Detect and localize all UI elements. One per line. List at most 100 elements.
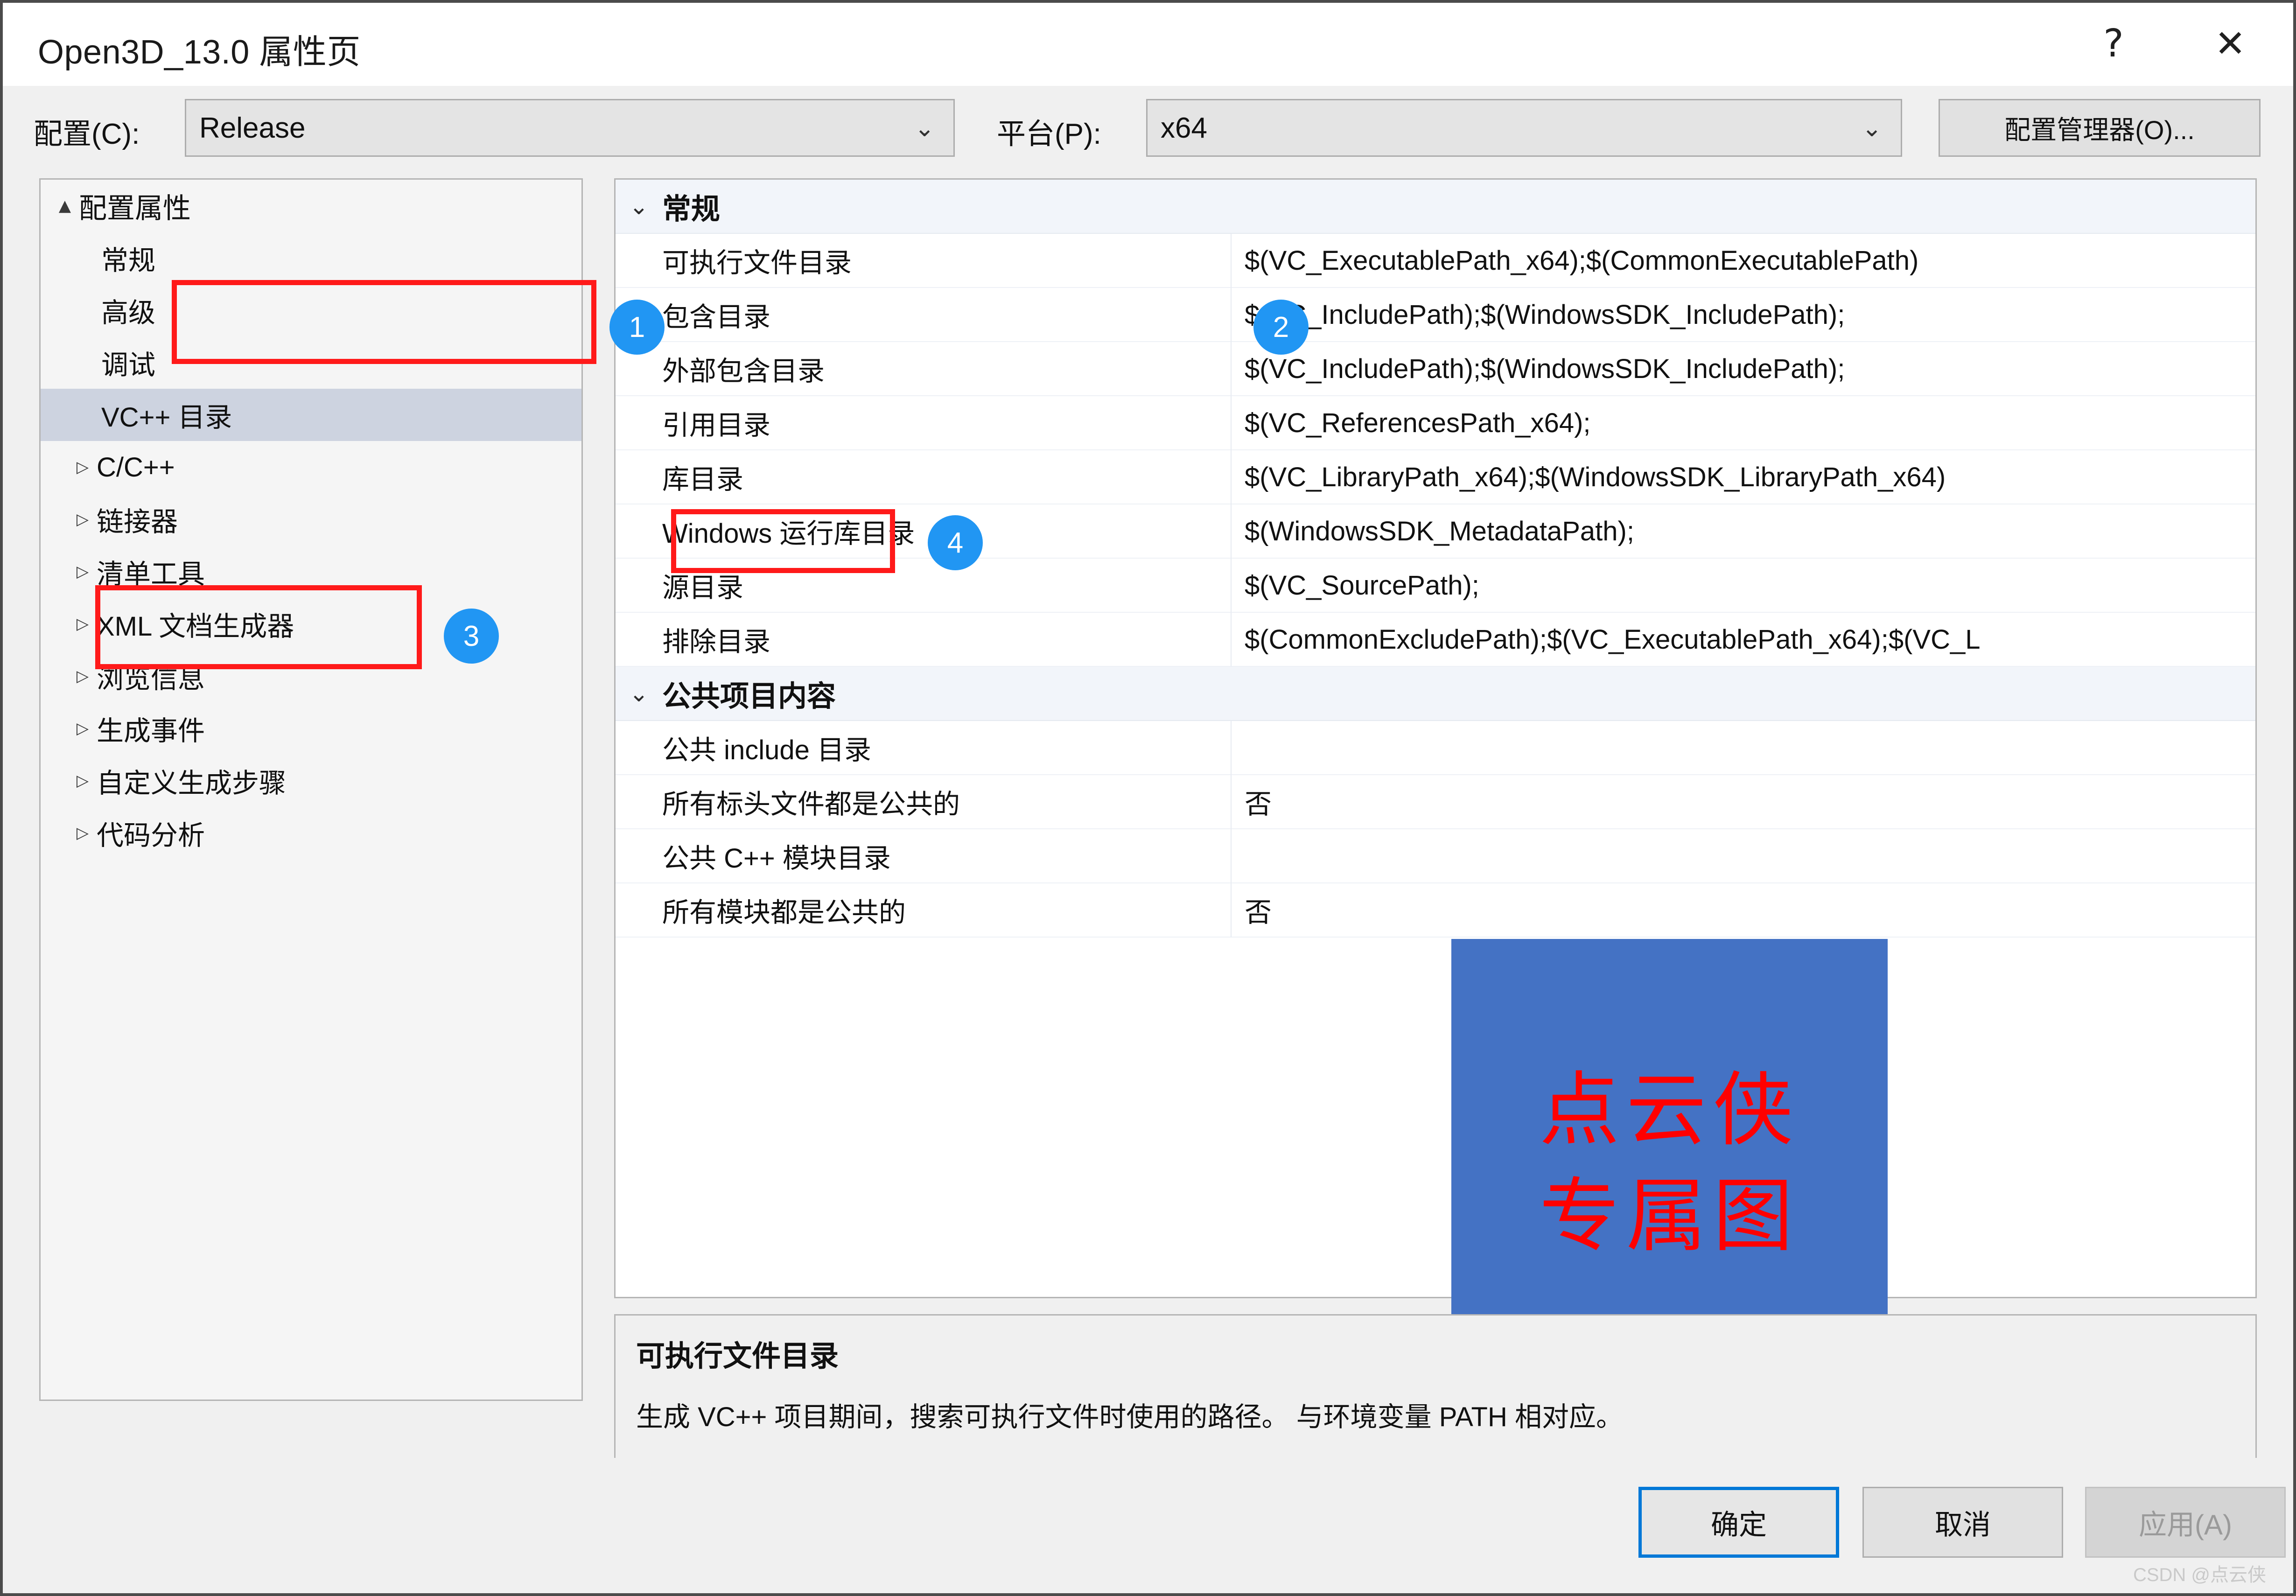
property-grid[interactable]: ⌄ 常规 可执行文件目录 $(VC_ExecutablePath_x64);$(Com…	[614, 178, 2257, 1298]
apply-button: 应用(A)	[2085, 1487, 2286, 1558]
twisty-collapsed-icon[interactable]: ▷	[69, 667, 97, 686]
tree-item[interactable]: ▷ 自定义生成步骤	[41, 755, 581, 807]
grid-property-name: 公共 include 目录	[616, 721, 1232, 775]
close-icon[interactable]: ✕	[2195, 13, 2265, 74]
tree-item[interactable]: ▷ 代码分析	[41, 807, 581, 859]
grid-property-value[interactable]: $(WindowsSDK_MetadataPath);	[1232, 504, 2255, 558]
grid-category-row[interactable]: ⌄ 常规	[616, 180, 2255, 234]
twisty-collapsed-icon[interactable]: ▷	[69, 562, 97, 581]
twisty-collapsed-icon[interactable]: ▷	[69, 510, 97, 529]
chevron-down-icon: ⌄	[1862, 114, 1882, 142]
grid-property-value[interactable]: $(VC_SourcePath);	[1232, 558, 2255, 612]
tree-item-label: 调试	[101, 350, 156, 380]
grid-property-value[interactable]: $(VC_LibraryPath_x64);$(WindowsSDK_Libra…	[1232, 450, 2255, 504]
grid-property-row[interactable]: 引用目录 $(VC_ReferencesPath_x64);	[616, 396, 2255, 450]
grid-property-name: 包含目录	[616, 287, 1232, 342]
cancel-button[interactable]: 取消	[1862, 1487, 2063, 1558]
dialog-body: ▲ 配置属性 常规 高级 调试 VC++ 目录 ▷ C/C++ ▷ 链接器 ▷ 清单工具 ▷ XML 文档…	[3, 170, 2293, 1490]
tree-item[interactable]: ▷ 链接器	[41, 493, 581, 546]
twisty-collapsed-icon[interactable]: ▷	[69, 458, 97, 476]
tree-item[interactable]: ▷ 浏览信息	[41, 650, 581, 702]
tree-item-label: 自定义生成步骤	[97, 768, 287, 798]
csdn-credit: CSDN @点云侠	[2133, 1565, 2266, 1585]
grid-property-value[interactable]	[1232, 829, 2255, 883]
tree-item[interactable]: 调试	[41, 336, 581, 389]
tree-item-label: 链接器	[97, 507, 178, 537]
twisty-collapsed-icon[interactable]: ▷	[69, 771, 97, 790]
grid-property-value[interactable]: $(VC_IncludePath);$(WindowsSDK_IncludePa…	[1232, 287, 2255, 342]
tree-item[interactable]: 高级	[41, 284, 581, 336]
grid-property-row[interactable]: 所有标头文件都是公共的否	[616, 775, 2255, 829]
tree-item-label: 高级	[101, 298, 156, 328]
grid-property-name: 公共 C++ 模块目录	[616, 829, 1232, 883]
grid-property-row[interactable]: 公共 C++ 模块目录	[616, 829, 2255, 883]
configuration-select[interactable]: Release ⌄	[185, 99, 955, 157]
tree-item-label: 浏览信息	[97, 664, 205, 694]
grid-property-name: Windows 运行库目录	[616, 504, 1232, 558]
tree-item[interactable]: ▷ C/C++	[41, 441, 581, 493]
step-badge-3: 3	[444, 609, 499, 664]
tree-item-label: VC++ 目录	[101, 402, 232, 433]
grid-property-row[interactable]: 公共 include 目录	[616, 721, 2255, 775]
grid-property-row[interactable]: 所有模块都是公共的否	[616, 883, 2255, 938]
configuration-manager-button[interactable]: 配置管理器(O)...	[1939, 99, 2261, 157]
grid-property-name: 库目录	[616, 450, 1232, 504]
grid-property-row[interactable]: 可执行文件目录 $(VC_ExecutablePath_x64);$(Common…	[616, 233, 2255, 288]
tree-item-label: 常规	[101, 245, 156, 276]
configuration-bar: 配置(C): Release ⌄ 平台(P): x64 ⌄ 配置管理器(O)..…	[3, 86, 2293, 170]
grid-property-name: 所有模块都是公共的	[616, 883, 1232, 937]
tree-item-label: C/C++	[97, 452, 175, 483]
step-badge-1: 1	[609, 300, 665, 355]
description-text: 生成 VC++ 项目期间，搜索可执行文件时使用的路径。 与环境变量 PATH 相…	[636, 1402, 1623, 1432]
twisty-collapsed-icon[interactable]: ▷	[69, 719, 97, 738]
grid-category-row[interactable]: ⌄ 公共项目内容	[616, 667, 2255, 721]
chevron-down-icon: ⌄	[914, 114, 935, 142]
grid-property-row[interactable]: 排除目录 $(CommonExcludePath);$(VC_Executable…	[616, 612, 2255, 667]
tree-item[interactable]: ▷ 清单工具	[41, 546, 581, 598]
chevron-down-icon[interactable]: ⌄	[616, 680, 662, 707]
configuration-label: 配置(C):	[34, 118, 140, 150]
grid-property-value[interactable]: $(CommonExcludePath);$(VC_ExecutablePath…	[1232, 612, 2255, 666]
grid-property-value[interactable]: $(VC_ExecutablePath_x64);$(CommonExecuta…	[1232, 233, 2255, 287]
platform-value: x64	[1161, 112, 1207, 144]
grid-property-row[interactable]: 外部包含目录 $(VC_IncludePath);$(WindowsSDK_Inc…	[616, 342, 2255, 396]
page-title: Open3D_13.0 属性页	[38, 34, 361, 71]
tree-item[interactable]: 常规	[41, 232, 581, 284]
grid-property-value[interactable]: 否	[1232, 883, 2255, 937]
tree-item[interactable]: ▲ 配置属性	[41, 180, 581, 232]
grid-property-value[interactable]	[1232, 721, 2255, 775]
step-badge-4: 4	[928, 515, 983, 570]
grid-property-name: 外部包含目录	[616, 342, 1232, 396]
help-icon[interactable]: ?	[2079, 13, 2149, 74]
grid-property-name: 引用目录	[616, 396, 1232, 450]
dialog-footer: 确定 取消 应用(A) CSDN @点云侠	[3, 1458, 2293, 1593]
grid-property-name: 所有标头文件都是公共的	[616, 775, 1232, 829]
chevron-down-icon[interactable]: ⌄	[616, 193, 662, 220]
step-badge-2: 2	[1253, 300, 1309, 355]
property-tree[interactable]: ▲ 配置属性 常规 高级 调试 VC++ 目录 ▷ C/C++ ▷ 链接器 ▷ 清单工具 ▷ XML 文档…	[39, 178, 583, 1401]
grid-property-row[interactable]: 包含目录 $(VC_IncludePath);$(WindowsSDK_Inclu…	[616, 287, 2255, 342]
tree-item-label: 配置属性	[79, 192, 191, 224]
grid-property-value[interactable]: $(VC_IncludePath);$(WindowsSDK_IncludePa…	[1232, 342, 2255, 396]
twisty-collapsed-icon[interactable]: ▷	[69, 615, 97, 633]
description-title: 可执行文件目录	[636, 1340, 839, 1372]
property-pages-dialog: Open3D_13.0 属性页 ? ✕ 配置(C): Release ⌄ 平台(…	[0, 0, 2296, 1596]
twisty-collapsed-icon[interactable]: ▷	[69, 824, 97, 842]
grid-property-value[interactable]: 否	[1232, 775, 2255, 829]
tree-item-label: 代码分析	[97, 820, 205, 851]
grid-category-label: 常规	[662, 193, 721, 225]
tree-item[interactable]: VC++ 目录	[41, 389, 581, 441]
grid-property-row[interactable]: 库目录 $(VC_LibraryPath_x64);$(WindowsSDK_Li…	[616, 450, 2255, 504]
grid-property-row[interactable]: 源目录 $(VC_SourcePath);	[616, 558, 2255, 613]
grid-property-value[interactable]: $(VC_ReferencesPath_x64);	[1232, 396, 2255, 450]
grid-property-row[interactable]: Windows 运行库目录 $(WindowsSDK_MetadataPath);	[616, 504, 2255, 559]
watermark-line-1: 点云侠	[1539, 1063, 1800, 1157]
ok-button[interactable]: 确定	[1638, 1487, 1839, 1558]
platform-label: 平台(P):	[997, 118, 1101, 150]
twisty-expanded-icon[interactable]: ▲	[51, 196, 79, 215]
grid-property-name: 排除目录	[616, 612, 1232, 666]
platform-select[interactable]: x64 ⌄	[1146, 99, 1902, 157]
grid-property-name: 源目录	[616, 558, 1232, 612]
tree-item[interactable]: ▷ 生成事件	[41, 702, 581, 755]
tree-item[interactable]: ▷ XML 文档生成器	[41, 598, 581, 650]
